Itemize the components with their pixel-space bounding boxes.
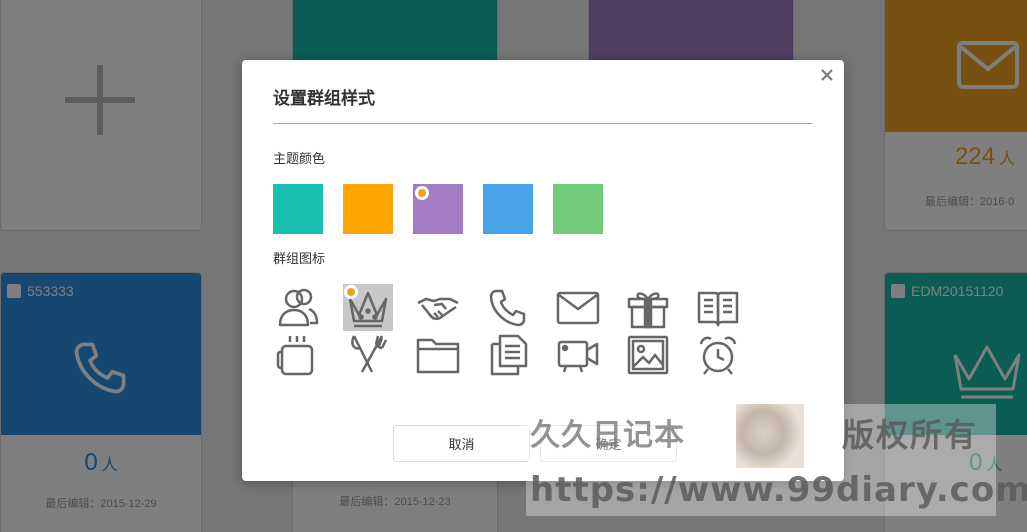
dialog-title: 设置群组样式 [273,89,375,108]
alarm-clock-icon [699,336,737,375]
icon-option-mail[interactable] [553,284,603,331]
group-icon-label: 群组图标 [273,251,326,266]
icon-option-coffee[interactable] [273,331,323,378]
watermark-logo [736,404,804,468]
icon-option-users[interactable] [273,284,323,331]
handshake-icon [417,297,459,320]
gift-icon [627,291,669,328]
folder-icon [416,338,460,373]
color-swatch-orange[interactable] [343,184,393,234]
icon-option-image[interactable] [623,331,673,378]
watermark-brand: 久久日记本 [530,419,685,452]
icon-grid [273,284,753,378]
color-swatch-teal[interactable] [273,184,323,234]
icon-option-book[interactable] [693,284,743,331]
selected-indicator [344,285,358,299]
icon-option-crown[interactable] [343,284,393,331]
icon-option-phone[interactable] [483,284,533,331]
title-divider [273,123,813,124]
users-icon [278,288,319,326]
icon-option-documents[interactable] [483,331,533,378]
book-icon [697,291,739,326]
icon-option-alarm-clock[interactable] [693,331,743,378]
color-swatch-blue[interactable] [483,184,533,234]
coffee-icon [276,335,314,375]
selected-indicator [415,186,429,200]
color-swatch-green[interactable] [553,184,603,234]
phone-icon [489,289,526,326]
color-swatch-purple[interactable] [413,184,463,234]
icon-option-video[interactable] [553,331,603,378]
icon-option-fork-knife[interactable] [343,331,393,378]
color-swatches [273,184,603,234]
watermark-url: https://www.99diary.com [530,470,1027,510]
watermark: 久久日记本 版权所有 https://www.99diary.com [526,404,1027,516]
documents-icon [490,334,528,375]
cancel-button[interactable]: 取消 [393,425,530,462]
video-icon [557,340,599,372]
image-icon [627,335,669,374]
mail-icon [556,291,600,324]
watermark-rights: 版权所有 [842,417,979,453]
fork-knife-icon [351,334,388,373]
close-icon[interactable] [818,66,836,84]
theme-color-label: 主题颜色 [273,151,326,166]
icon-option-gift[interactable] [623,284,673,331]
icon-option-handshake[interactable] [413,284,463,331]
icon-option-folder[interactable] [413,331,463,378]
